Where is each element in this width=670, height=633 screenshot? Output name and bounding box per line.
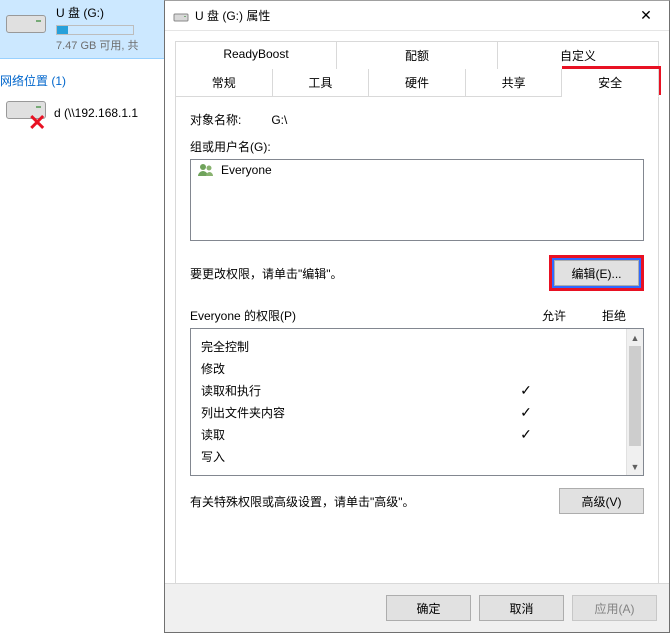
advanced-button[interactable]: 高级(V) (559, 488, 644, 514)
dialog-button-bar: 确定 取消 应用(A) (165, 583, 669, 632)
ok-button[interactable]: 确定 (386, 595, 471, 621)
people-icon (197, 163, 215, 177)
tab-general[interactable]: 常规 (175, 69, 273, 97)
apply-button[interactable]: 应用(A) (572, 595, 657, 621)
security-panel: 对象名称: G:\ 组或用户名(G): Everyone 要更改权限，请单击"编… (175, 97, 659, 609)
network-drive-icon: ✕ (6, 98, 50, 128)
edit-hint: 要更改权限，请单击"编辑"。 (190, 265, 343, 282)
groups-label: 组或用户名(G): (190, 138, 644, 155)
tab-security[interactable]: 安全 (562, 69, 659, 97)
permission-row[interactable]: 写入 (191, 445, 626, 467)
tab-readyboost[interactable]: ReadyBoost (175, 41, 337, 69)
network-section-header[interactable]: 网络位置 (1) (0, 72, 66, 89)
tab-hardware[interactable]: 硬件 (369, 69, 466, 97)
scroll-thumb[interactable] (629, 346, 641, 446)
network-drive-label: d (\\192.168.1.1 (54, 106, 138, 120)
permission-allow: ✓ (496, 404, 556, 421)
cancel-button[interactable]: 取消 (479, 595, 564, 621)
permission-name: 写入 (201, 448, 496, 465)
drive-icon (173, 10, 189, 22)
allow-header: 允许 (524, 307, 584, 324)
permission-row[interactable]: 读取✓ (191, 423, 626, 445)
permission-name: 读取 (201, 426, 496, 443)
drive-icon (6, 8, 50, 34)
deny-header: 拒绝 (584, 307, 644, 324)
annotation-highlight: 编辑(E)... (549, 255, 644, 291)
tab-strip: ReadyBoost 配额 自定义 常规 工具 硬件 共享 安全 (165, 31, 669, 97)
permission-row[interactable]: 读取和执行✓ (191, 379, 626, 401)
drive-label: U 盘 (G:) (56, 4, 139, 21)
permission-name: 完全控制 (201, 338, 496, 355)
scroll-down-button[interactable]: ▼ (627, 458, 643, 475)
permission-row[interactable]: 完全控制 (191, 335, 626, 357)
object-name-label: 对象名称: (190, 111, 241, 128)
tab-tools[interactable]: 工具 (273, 69, 370, 97)
permissions-listbox[interactable]: 完全控制修改读取和执行✓列出文件夹内容✓读取✓写入 ▲ ▼ (190, 328, 644, 476)
tab-quota[interactable]: 配额 (337, 41, 498, 69)
tab-customize[interactable]: 自定义 (498, 41, 659, 69)
permission-allow: ✓ (496, 382, 556, 399)
drive-item[interactable]: U 盘 (G:) 7.47 GB 可用, 共 (0, 0, 164, 58)
titlebar[interactable]: U 盘 (G:) 属性 ✕ (165, 1, 669, 31)
close-button[interactable]: ✕ (623, 1, 669, 31)
permission-name: 修改 (201, 360, 496, 377)
permission-row[interactable]: 修改 (191, 357, 626, 379)
permissions-header: Everyone 的权限(P) (190, 307, 524, 324)
drive-subtext: 7.47 GB 可用, 共 (56, 37, 139, 53)
permission-allow: ✓ (496, 426, 556, 443)
object-name-value: G:\ (271, 113, 287, 127)
scroll-up-button[interactable]: ▲ (627, 329, 643, 346)
group-item-label: Everyone (221, 163, 272, 177)
advanced-hint: 有关特殊权限或高级设置，请单击"高级"。 (190, 493, 415, 510)
edit-button[interactable]: 编辑(E)... (554, 260, 639, 286)
permission-name: 读取和执行 (201, 382, 496, 399)
permission-row[interactable]: 列出文件夹内容✓ (191, 401, 626, 423)
tab-sharing[interactable]: 共享 (466, 69, 563, 97)
permission-name: 列出文件夹内容 (201, 404, 496, 421)
properties-dialog: U 盘 (G:) 属性 ✕ ReadyBoost 配额 自定义 常规 工具 硬件… (164, 0, 670, 633)
network-drive-item[interactable]: ✕ d (\\192.168.1.1 (6, 98, 138, 128)
disconnected-icon: ✕ (28, 110, 46, 136)
dialog-title: U 盘 (G:) 属性 (195, 7, 623, 24)
group-item-everyone[interactable]: Everyone (191, 160, 643, 180)
scrollbar[interactable]: ▲ ▼ (626, 329, 643, 475)
groups-listbox[interactable]: Everyone (190, 159, 644, 241)
